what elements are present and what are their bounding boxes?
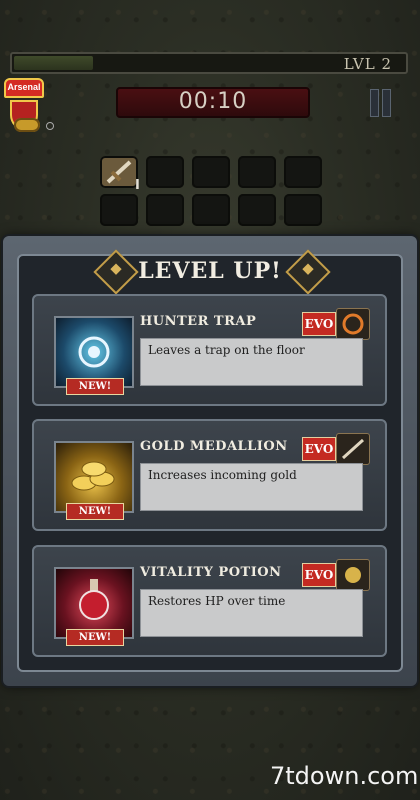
sun-icon (336, 559, 370, 591)
weapon-slot (238, 156, 276, 188)
new-badge: NEW! (66, 503, 124, 520)
pause-bar-left (370, 89, 379, 117)
weapon-slot (284, 156, 322, 188)
new-badge: NEW! (66, 629, 124, 646)
trap-symbol (78, 336, 110, 368)
accessory-slot (284, 194, 322, 226)
option-name: VITALITY POTION (140, 565, 282, 580)
option-name: HUNTER TRAP (140, 314, 257, 329)
evo-badge: EVO (302, 437, 336, 461)
option-description: Increases incoming gold (140, 463, 363, 511)
weapon-slot (192, 156, 230, 188)
pause-button[interactable] (370, 89, 391, 117)
option-description: Restores HP over time (140, 589, 363, 637)
level-label: LVL 2 (343, 55, 392, 73)
ring-icon (46, 122, 54, 130)
coins-symbol (71, 461, 115, 491)
accessory-slot (146, 194, 184, 226)
upgrade-option-vitality-potion[interactable]: NEW! VITALITY POTION EVO Restores HP ove… (32, 545, 387, 657)
weapon-slot-dagger (100, 156, 138, 188)
accessory-slot (238, 194, 276, 226)
watermark-text: 7tdown.com (270, 762, 419, 790)
xp-bar-fill (14, 56, 93, 70)
weapon-slot (146, 156, 184, 188)
accessory-slot (100, 194, 138, 226)
coin-stack-icon (14, 118, 40, 132)
accessory-slot (192, 194, 230, 226)
crest-text: Arsenal (4, 78, 44, 98)
fire-ring-icon (336, 308, 370, 340)
sun-symbol (345, 567, 361, 583)
xp-bar: LVL 2 (10, 52, 408, 74)
upgrade-option-hunter-trap[interactable]: NEW! HUNTER TRAP EVO Leaves a trap on th… (32, 294, 387, 406)
evo-badge: EVO (302, 312, 336, 336)
dagger-symbol (341, 438, 365, 460)
new-badge: NEW! (66, 378, 124, 395)
option-name: GOLD MEDALLION (140, 439, 288, 454)
option-description: Leaves a trap on the floor (140, 338, 363, 386)
fire-ring-symbol (342, 313, 364, 335)
game-timer: 00:10 (116, 87, 310, 118)
pause-bar-right (382, 89, 391, 117)
potion-symbol (79, 579, 109, 620)
dagger-icon (336, 433, 370, 465)
dagger-icon (106, 160, 132, 184)
evo-badge: EVO (302, 563, 336, 587)
upgrade-option-gold-medallion[interactable]: NEW! GOLD MEDALLION EVO Increases incomi… (32, 419, 387, 531)
weapon-level: I (135, 178, 140, 193)
level-up-title: LEVEL UP! (138, 258, 282, 284)
